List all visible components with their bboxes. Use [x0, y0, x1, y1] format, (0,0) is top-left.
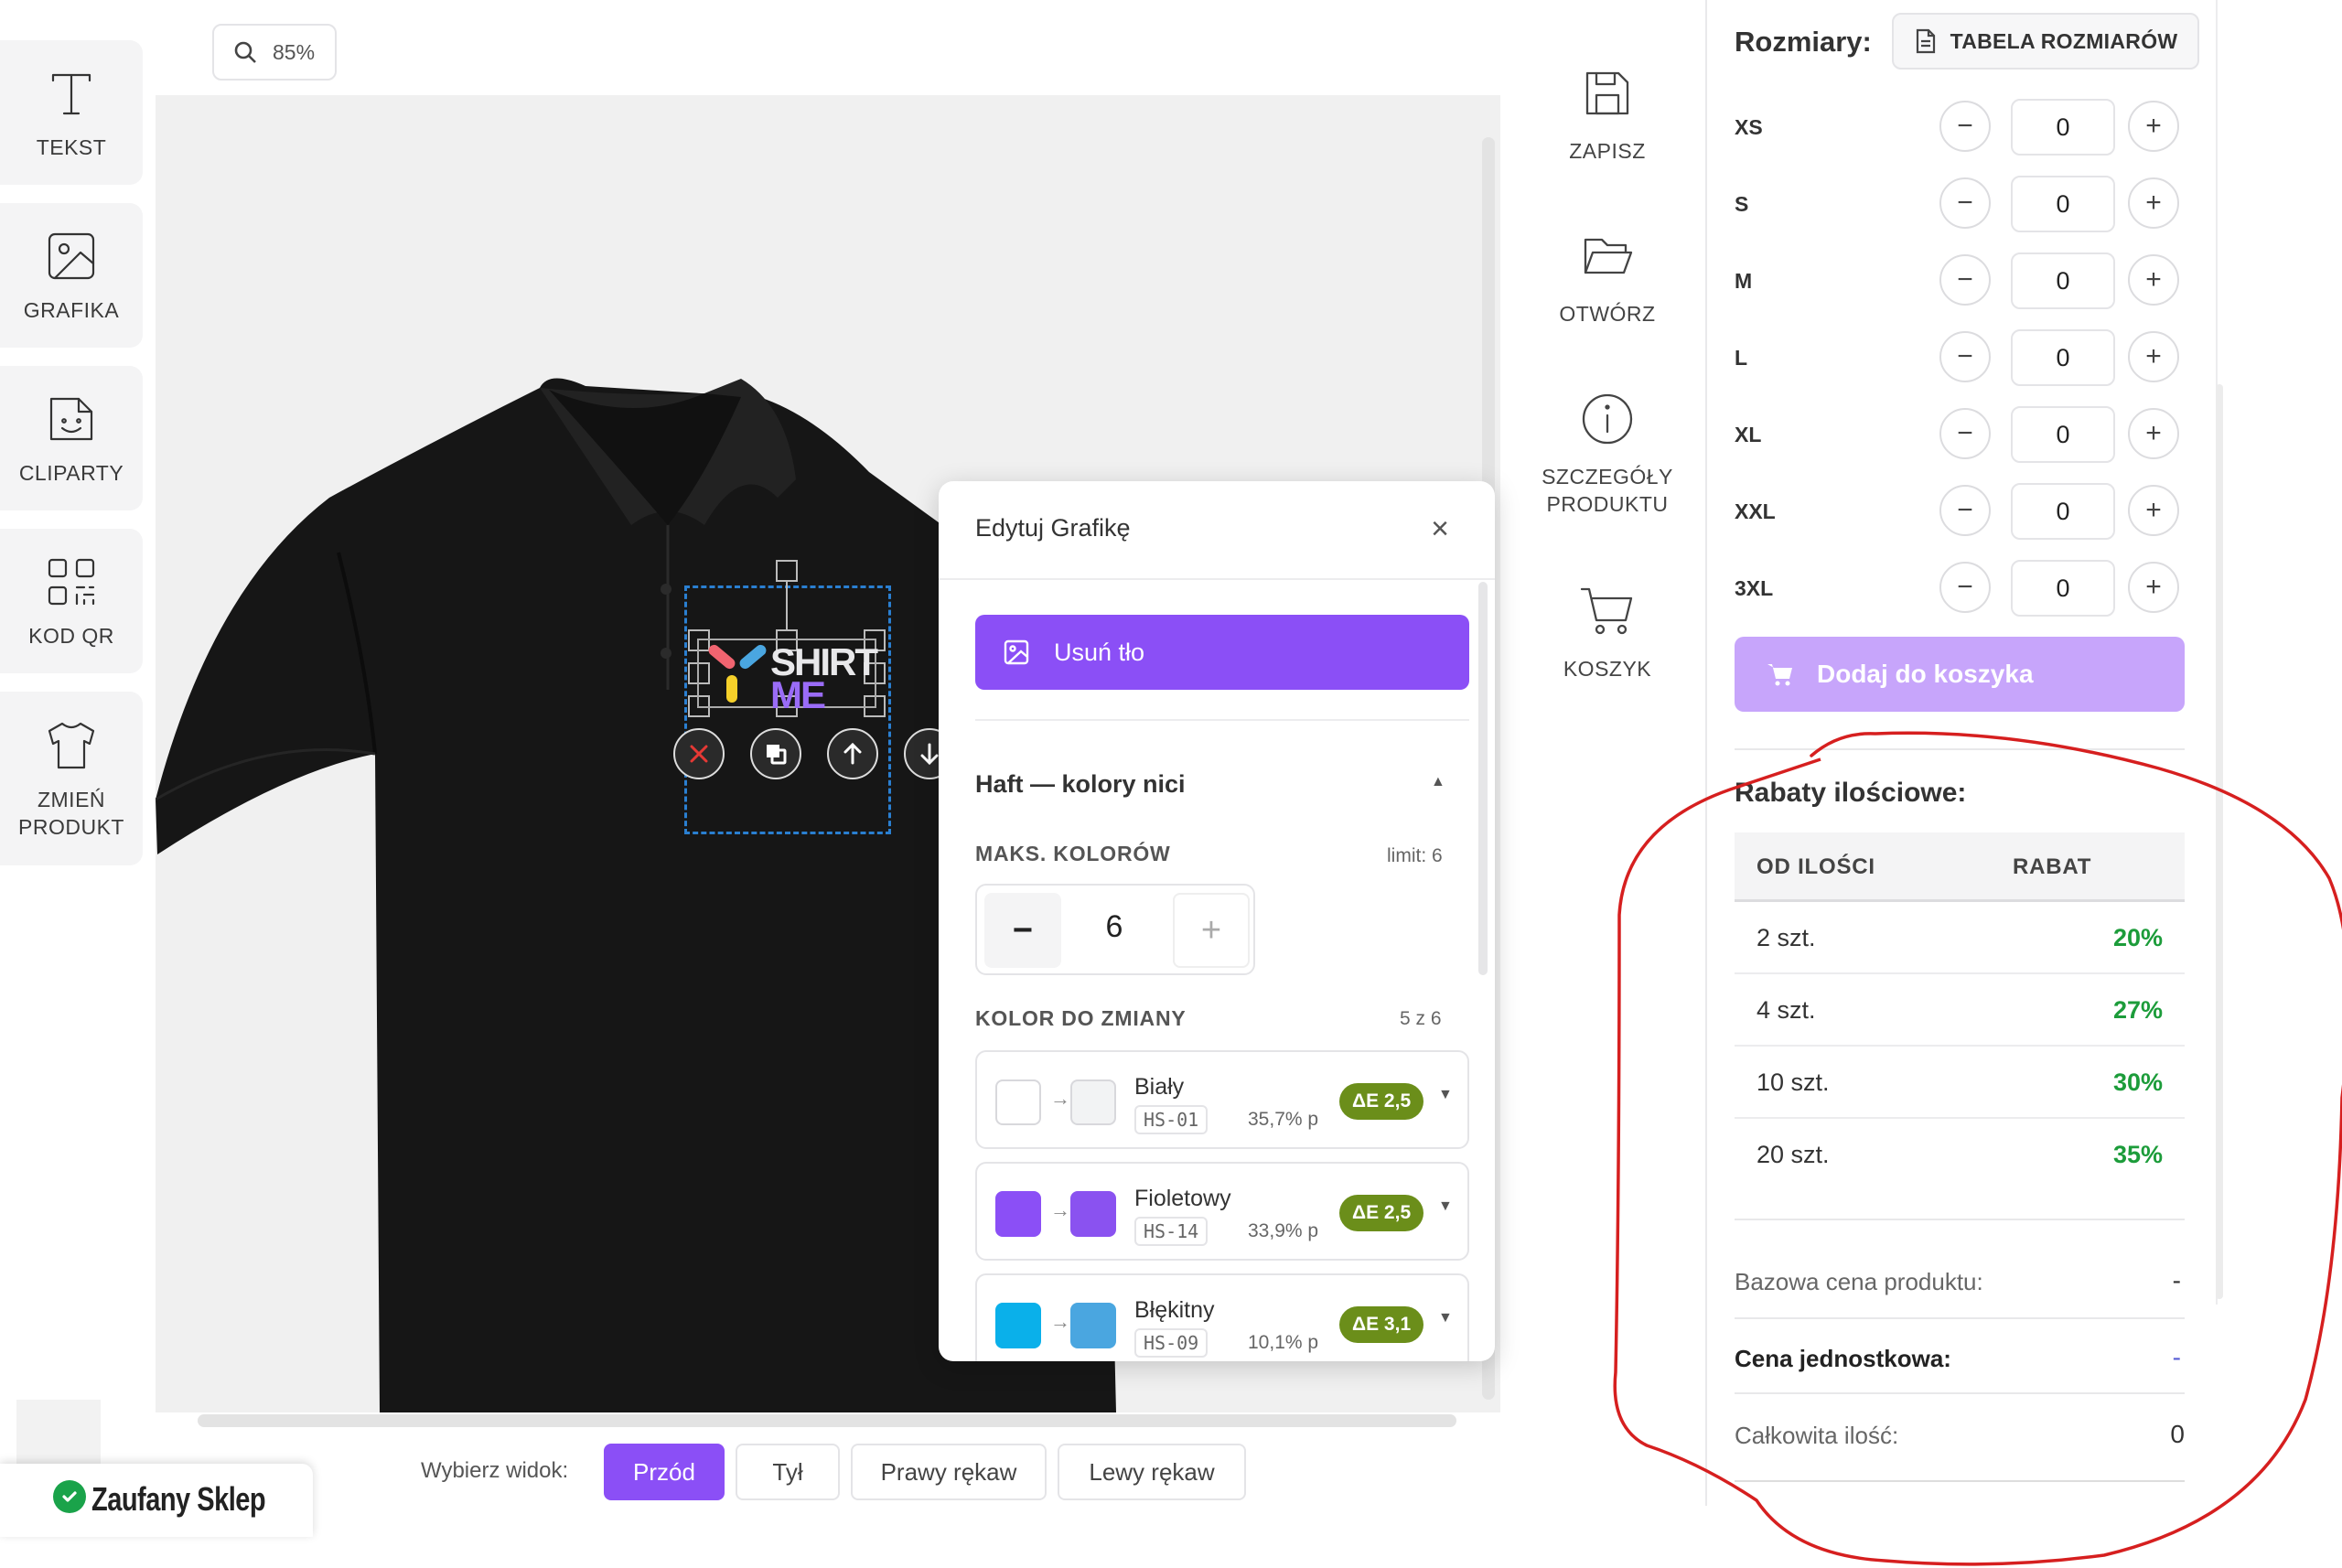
red-annotation-circle — [1613, 731, 2342, 1566]
app-root: TEKST GRAFIKA CLIPARTY KOD QR ZMIEŃ PROD… — [0, 0, 2342, 1568]
